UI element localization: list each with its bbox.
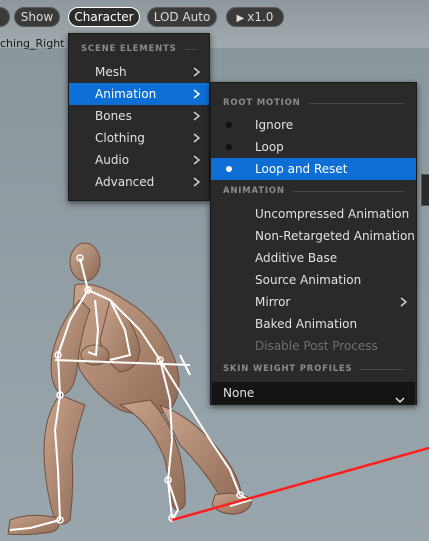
character-button-label: Character xyxy=(74,10,134,24)
menu-item-label: Additive Base xyxy=(255,251,338,265)
menu-item-ignore[interactable]: Ignore xyxy=(211,114,416,136)
playback-speed-label: x1.0 xyxy=(247,10,274,24)
root-motion-header: ROOT MOTION xyxy=(223,96,404,110)
chevron-right-icon xyxy=(398,291,408,313)
menu-item-label: Advanced xyxy=(95,175,155,189)
chevron-right-icon xyxy=(191,105,201,127)
menu-item-advanced[interactable]: Advanced xyxy=(69,171,209,193)
animation-header: ANIMATION xyxy=(223,184,404,198)
menu-item-clothing[interactable]: Clothing xyxy=(69,127,209,149)
menu-item-label: Audio xyxy=(95,153,130,167)
lod-button-label: LOD Auto xyxy=(153,10,211,24)
animation-header-text: ANIMATION xyxy=(223,186,285,196)
menu-item-loop-and-reset[interactable]: Loop and Reset xyxy=(211,158,416,180)
menu-item-label: Disable Post Process xyxy=(255,339,378,353)
menu-item-label: Loop and Reset xyxy=(255,162,348,176)
chevron-right-icon xyxy=(191,61,201,83)
menu-item-label: Baked Animation xyxy=(255,317,358,331)
menu-item-mesh[interactable]: Mesh xyxy=(69,61,209,83)
menu-item-label: Ignore xyxy=(255,118,294,132)
skin-weight-header-text: SKIN WEIGHT PROFILES xyxy=(223,364,353,374)
animation-submenu: ROOT MOTION Ignore Loop Loop and Reset A… xyxy=(210,82,417,405)
asset-name-label: ching_Right xyxy=(0,37,65,50)
menu-item-label: Non-Retargeted Animation xyxy=(255,229,415,243)
radio-dot-icon xyxy=(226,166,232,172)
chevron-right-icon xyxy=(191,171,201,193)
skin-weight-profiles-header: SKIN WEIGHT PROFILES xyxy=(223,362,404,376)
menu-item-label: Bones xyxy=(95,109,132,123)
scene-elements-header-text: SCENE ELEMENTS xyxy=(81,44,177,54)
radio-dot-icon xyxy=(226,144,232,150)
scene-elements-header: SCENE ELEMENTS xyxy=(81,42,197,56)
menu-item-uncompressed-animation[interactable]: Uncompressed Animation xyxy=(211,203,416,225)
chevron-right-icon xyxy=(191,83,201,105)
menu-item-bones[interactable]: Bones xyxy=(69,105,209,127)
menu-item-label: Loop xyxy=(255,140,284,154)
menu-item-label: Animation xyxy=(95,87,157,101)
menu-item-label: Uncompressed Animation xyxy=(255,207,410,221)
root-motion-header-text: ROOT MOTION xyxy=(223,98,301,108)
radio-dot-icon xyxy=(226,122,232,128)
skin-weight-profile-select[interactable]: None xyxy=(212,382,415,404)
menu-item-label: Mesh xyxy=(95,65,127,79)
character-button[interactable]: Character xyxy=(68,7,140,27)
show-button[interactable]: Show xyxy=(14,7,60,27)
menu-item-animation[interactable]: Animation xyxy=(69,83,209,105)
menu-item-baked-animation[interactable]: Baked Animation xyxy=(211,313,416,335)
menu-item-additive-base[interactable]: Additive Base xyxy=(211,247,416,269)
menu-item-label: Source Animation xyxy=(255,273,362,287)
show-button-label: Show xyxy=(20,10,54,24)
play-icon: ▶ xyxy=(236,13,245,24)
viewport-side-widget[interactable] xyxy=(421,174,429,206)
menu-item-loop[interactable]: Loop xyxy=(211,136,416,158)
chevron-right-icon xyxy=(191,127,201,149)
menu-item-label: Mirror xyxy=(255,295,291,309)
chevron-right-icon xyxy=(191,149,201,171)
chevron-down-icon xyxy=(395,389,405,411)
scene-elements-menu: SCENE ELEMENTS Mesh Animation Bones Clot… xyxy=(68,33,210,201)
skin-weight-select-value: None xyxy=(223,386,255,400)
menu-item-non-retargeted-animation[interactable]: Non-Retargeted Animation xyxy=(211,225,416,247)
menu-item-mirror[interactable]: Mirror xyxy=(211,291,416,313)
menu-item-audio[interactable]: Audio xyxy=(69,149,209,171)
menu-item-label: Clothing xyxy=(95,131,145,145)
menu-item-disable-post-process: Disable Post Process xyxy=(211,335,416,357)
menu-item-source-animation[interactable]: Source Animation xyxy=(211,269,416,291)
playback-speed-button[interactable]: ▶ x1.0 xyxy=(226,7,284,27)
lod-button[interactable]: LOD Auto xyxy=(147,7,217,27)
